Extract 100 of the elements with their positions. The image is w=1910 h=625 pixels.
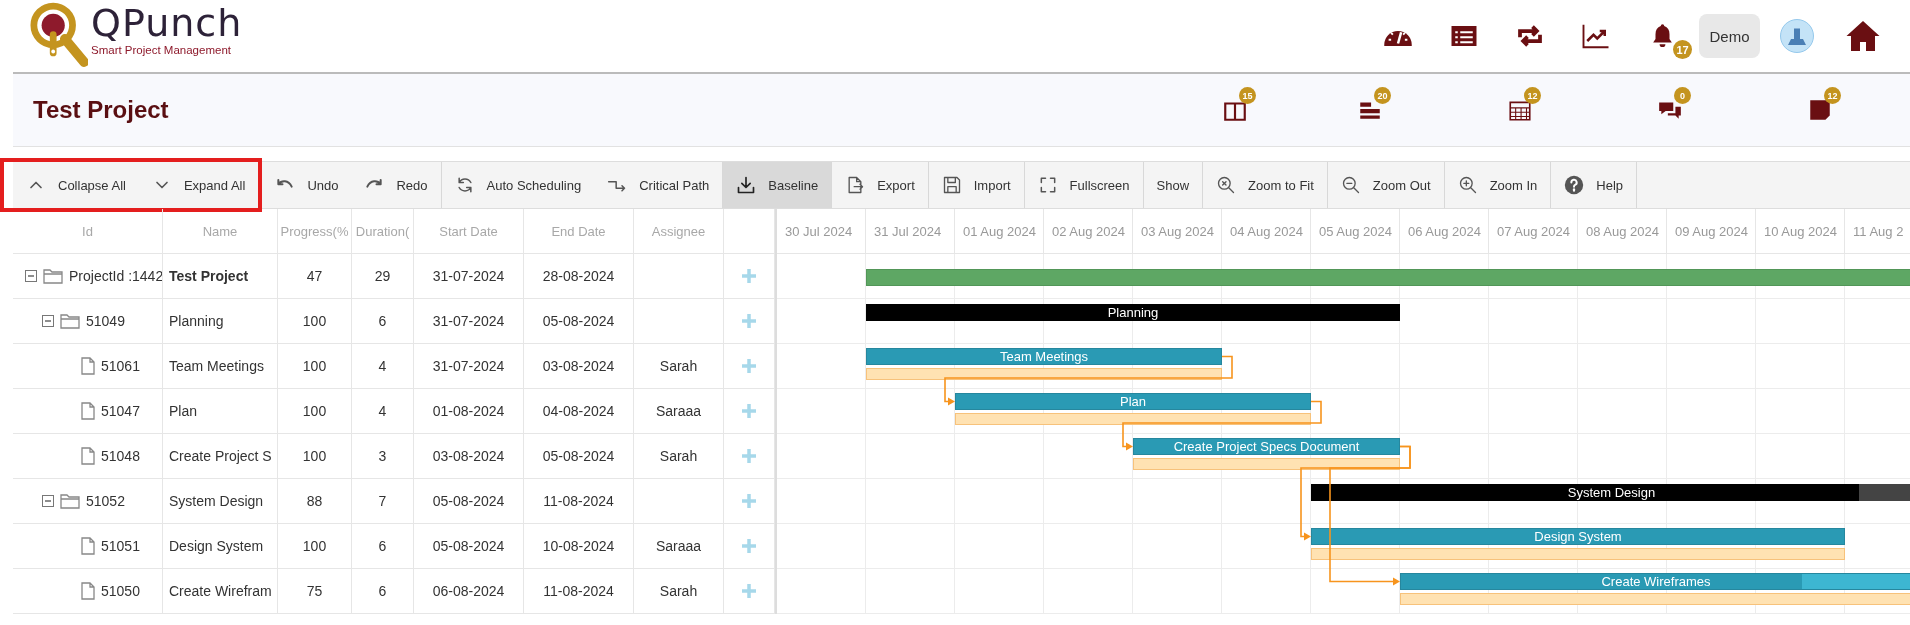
table-cell: 03-08-2024 <box>524 344 634 388</box>
count-badge: 15 <box>1239 87 1256 104</box>
table-cell: 100 <box>278 389 352 433</box>
logo-subtitle: Smart Project Management <box>91 44 232 57</box>
summary-bar[interactable]: Planning <box>866 304 1400 321</box>
toolbar-button[interactable]: Zoom In <box>1444 162 1551 208</box>
note-icon[interactable] <box>1807 97 1833 123</box>
toolbar-button[interactable]: Critical Path <box>594 162 723 208</box>
toolbar-button[interactable]: Import <box>928 162 1024 208</box>
task-id: 51052 <box>86 493 125 509</box>
folder-icon <box>43 268 63 284</box>
table-cell: 29 <box>352 254 414 298</box>
collapse-toggle-icon[interactable] <box>42 315 54 327</box>
count-badge: 12 <box>1824 87 1841 104</box>
file-icon <box>81 402 95 420</box>
collapse-toggle-icon[interactable] <box>42 495 54 507</box>
toolbar-button[interactable]: Undo <box>262 162 352 208</box>
table-cell: 4 <box>352 344 414 388</box>
table-cell: Saraaa <box>634 524 724 568</box>
help-icon <box>1564 175 1585 195</box>
column-header: Assignee <box>634 209 724 253</box>
task-id: 51050 <box>101 583 140 599</box>
table-cell: 11-08-2024 <box>524 479 634 523</box>
date-header: 11 Aug 2 <box>1852 222 1905 241</box>
table-cell: Team Meetings <box>163 344 278 388</box>
column-header: Id <box>13 209 163 253</box>
table-cell: Planning <box>163 299 278 343</box>
table-cell: 05-08-2024 <box>414 479 524 523</box>
zoom-in-icon <box>1457 175 1478 195</box>
bar-label: Plan <box>1120 394 1146 409</box>
date-header: 30 Jul 2024 <box>777 209 866 253</box>
bell-icon[interactable] <box>1651 23 1673 49</box>
bar-label: System Design <box>1567 485 1656 500</box>
table-cell: 88 <box>278 479 352 523</box>
home-icon[interactable] <box>1845 18 1881 54</box>
zoom-fit-icon <box>1216 175 1237 195</box>
table-cell: 01-08-2024 <box>414 389 524 433</box>
table-cell: 3 <box>352 434 414 478</box>
file-icon <box>81 447 95 465</box>
toolbar-button[interactable]: Show <box>1143 162 1203 208</box>
file-icon <box>81 582 95 600</box>
task-id: 51049 <box>86 313 125 329</box>
bar-label: Planning <box>1107 305 1159 320</box>
bar-label: Create Wireframes <box>1601 574 1711 589</box>
date-header: 05 Aug 2024 <box>1311 209 1400 253</box>
table-cell: 28-08-2024 <box>524 254 634 298</box>
summary-bar[interactable]: System Design <box>1311 484 1910 501</box>
table-cell: 06-08-2024 <box>414 569 524 613</box>
task-id: 51061 <box>101 358 140 374</box>
task-id: ProjectId :1442 <box>69 268 162 284</box>
toolbar-button[interactable]: Export <box>832 162 928 208</box>
date-header: 03 Aug 2024 <box>1133 209 1222 253</box>
table-cell: 05-08-2024 <box>414 524 524 568</box>
avatar-icon[interactable] <box>1779 18 1815 54</box>
task-id: 51048 <box>101 448 140 464</box>
folder-icon <box>60 493 80 509</box>
toolbar-button[interactable]: Help <box>1551 162 1637 208</box>
column-header: End Date <box>524 209 634 253</box>
table-cell: 100 <box>278 344 352 388</box>
table-cell: 31-07-2024 <box>414 254 524 298</box>
toolbar-button[interactable]: Expand All <box>138 162 259 208</box>
table-cell: Create Project S <box>163 434 278 478</box>
toolbar-button[interactable]: Redo <box>351 162 441 208</box>
task-id: 51051 <box>101 538 140 554</box>
table-cell: 31-07-2024 <box>414 344 524 388</box>
toolbar-button[interactable]: Fullscreen <box>1024 162 1143 208</box>
toolbar-button[interactable]: Zoom to Fit <box>1203 162 1327 208</box>
table-cell: 05-08-2024 <box>524 299 634 343</box>
date-header: 31 Jul 2024 <box>866 209 955 253</box>
table-cell: 10-08-2024 <box>524 524 634 568</box>
date-header: 01 Aug 2024 <box>955 209 1044 253</box>
collapse-toggle-icon[interactable] <box>25 270 37 282</box>
count-badge: 12 <box>1524 87 1541 104</box>
table-cell: Design System <box>163 524 278 568</box>
table-cell: 11-08-2024 <box>524 569 634 613</box>
toolbar-button[interactable]: Auto Scheduling <box>441 162 595 208</box>
project-title: Test Project <box>33 96 169 124</box>
file-icon <box>81 357 95 375</box>
toolbar-button[interactable]: Collapse All <box>13 162 139 208</box>
bar-label: Design System <box>1534 529 1622 544</box>
date-header: 02 Aug 2024 <box>1044 209 1133 253</box>
table-cell: 6 <box>352 524 414 568</box>
table-cell: 31-07-2024 <box>414 299 524 343</box>
toolbar-button[interactable]: Baseline <box>723 162 832 208</box>
table-cell: 7 <box>352 479 414 523</box>
toolbar-button[interactable]: Zoom Out <box>1327 162 1444 208</box>
bar-label: Create Project Specs Document <box>1173 439 1360 454</box>
task-id: 51047 <box>101 403 140 419</box>
table-cell: Test Project <box>163 254 278 298</box>
download-icon <box>736 175 757 195</box>
table-cell: 100 <box>278 299 352 343</box>
user-button[interactable]: Demo <box>1699 14 1760 58</box>
table-cell: 03-08-2024 <box>414 434 524 478</box>
column-header: Start Date <box>414 209 524 253</box>
date-header: 08 Aug 2024 <box>1578 209 1667 253</box>
table-cell: 47 <box>278 254 352 298</box>
count-badge: 20 <box>1374 87 1391 104</box>
table-cell: 05-08-2024 <box>524 434 634 478</box>
date-header: 09 Aug 2024 <box>1667 209 1756 253</box>
table-cell: 04-08-2024 <box>524 389 634 433</box>
